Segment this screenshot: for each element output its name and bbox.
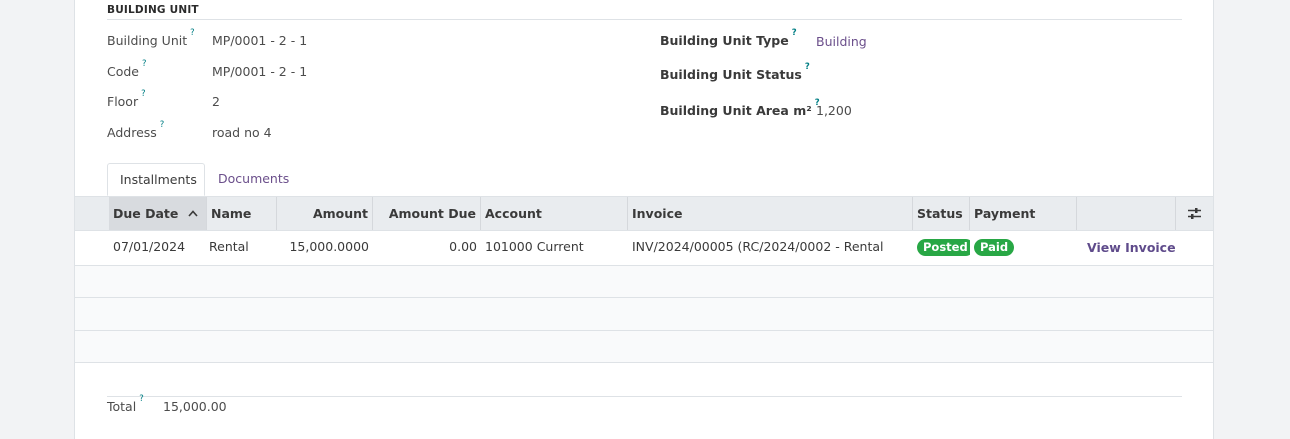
total-label: Total? <box>107 394 144 415</box>
help-icon[interactable]: ? <box>139 394 144 404</box>
column-header-due-date[interactable]: Due Date <box>109 197 207 230</box>
column-header-actions <box>1077 197 1176 230</box>
field-value-floor[interactable]: 2 <box>212 94 220 109</box>
help-icon[interactable]: ? <box>160 120 165 130</box>
column-settings-icon[interactable] <box>1176 197 1213 230</box>
empty-row <box>75 298 1213 331</box>
field-label-building-unit-area: Building Unit Area m²? <box>660 98 820 119</box>
column-header-account[interactable]: Account <box>481 197 628 230</box>
field-label-address: Address? <box>107 120 165 141</box>
cell-amount: 15,000.0000 <box>289 239 369 254</box>
view-invoice-button[interactable]: View Invoice <box>1087 240 1176 255</box>
column-header-amount[interactable]: Amount <box>277 197 373 230</box>
empty-row <box>75 266 1213 298</box>
table-header: Due Date Name Amount Amount Due Account … <box>75 197 1213 254</box>
column-header-amount-due[interactable]: Amount Due <box>373 197 481 230</box>
field-value-building-unit-area[interactable]: 1,200 <box>816 103 852 118</box>
field-value-building-unit-type[interactable]: Building <box>816 34 867 49</box>
field-label-code: Code? <box>107 59 147 80</box>
tab-installments[interactable]: Installments <box>107 163 205 196</box>
cell-account: 101000 Current Assets <box>485 239 584 254</box>
section-title: BUILDING UNIT <box>107 4 199 16</box>
cell-payment-status: Paid <box>970 231 1077 264</box>
payment-status-badge: Paid <box>974 239 1015 256</box>
field-label-building-unit-status: Building Unit Status? <box>660 62 810 83</box>
section-divider <box>107 19 1182 20</box>
table-row[interactable]: 07/01/2024 Rental Fee 15,000.0000 0.00 1… <box>75 231 1213 266</box>
cell-amount-due: 0.00 <box>449 239 477 254</box>
help-icon[interactable]: ? <box>190 28 195 38</box>
help-icon[interactable]: ? <box>141 89 146 99</box>
field-value-address[interactable]: road no 4 <box>212 125 272 140</box>
total-value: 15,000.00 <box>163 399 227 414</box>
status-badge: Posted <box>917 239 970 256</box>
help-icon[interactable]: ? <box>792 28 797 38</box>
help-icon[interactable]: ? <box>805 62 810 72</box>
field-value-building-unit[interactable]: MP/0001 - 2 - 1 <box>212 33 307 48</box>
cell-name: Rental Fee <box>209 239 249 254</box>
column-header-status[interactable]: Status <box>913 197 970 230</box>
column-header-invoice[interactable]: Invoice <box>628 197 913 230</box>
cell-invoice: INV/2024/00005 (RC/2024/0002 - Rental Fe… <box>632 239 884 254</box>
tab-documents[interactable]: Documents <box>206 163 301 196</box>
cell-status: Posted <box>913 231 970 264</box>
field-label-building-unit: Building Unit? <box>107 28 195 49</box>
column-header-payment-status[interactable]: Payment Status <box>970 197 1077 254</box>
field-label-building-unit-type: Building Unit Type? <box>660 28 797 49</box>
help-icon[interactable]: ? <box>142 59 147 69</box>
cell-due-date: 07/01/2024 <box>113 239 186 254</box>
cell-action: View Invoice <box>1083 231 1182 264</box>
field-value-code[interactable]: MP/0001 - 2 - 1 <box>212 64 307 79</box>
field-label-floor: Floor? <box>107 89 146 110</box>
total-divider <box>107 396 1182 397</box>
column-header-name[interactable]: Name <box>207 197 277 230</box>
form-sheet: BUILDING UNIT Building Unit? MP/0001 - 2… <box>74 0 1214 439</box>
empty-row <box>75 331 1213 363</box>
